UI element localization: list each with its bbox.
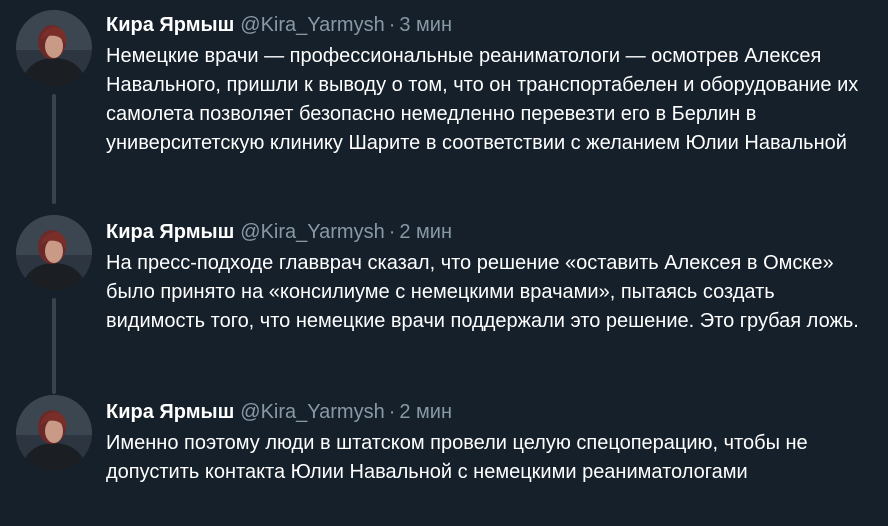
tweet-thread: Кира Ярмыш @Kira_Yarmysh · 3 мин Немецкие в…: [0, 0, 888, 526]
avatar-image: [16, 395, 92, 471]
tweet-text: На пресс-подходе главврач сказал, что ре…: [106, 252, 859, 332]
author-handle[interactable]: @Kira_Yarmysh: [240, 401, 384, 423]
avatar-image: [16, 215, 92, 291]
avatar[interactable]: [16, 10, 92, 86]
tweet-content: Кира Ярмыш @Kira_Yarmysh · 2 мин Именно поэ…: [106, 397, 872, 487]
author-handle[interactable]: @Kira_Yarmysh: [240, 14, 384, 36]
tweet-header: Кира Ярмыш @Kira_Yarmysh · 2 мин: [106, 397, 872, 427]
avatar[interactable]: [16, 395, 92, 471]
avatar[interactable]: [16, 215, 92, 291]
author-name[interactable]: Кира Ярмыш: [106, 14, 234, 36]
avatar-image: [16, 10, 92, 86]
separator-dot: ·: [388, 401, 396, 423]
tweet-timestamp[interactable]: 3 мин: [399, 14, 452, 36]
tweet-content: Кира Ярмыш @Kira_Yarmysh · 3 мин Немецкие в…: [106, 10, 872, 158]
author-handle[interactable]: @Kira_Yarmysh: [240, 221, 384, 243]
author-name[interactable]: Кира Ярмыш: [106, 221, 234, 243]
tweet-header: Кира Ярмыш @Kira_Yarmysh · 3 мин: [106, 10, 872, 40]
tweet-text: Немецкие врачи — профессиональные реаним…: [106, 45, 859, 154]
tweet-timestamp[interactable]: 2 мин: [399, 221, 452, 243]
separator-dot: ·: [388, 221, 396, 243]
author-name[interactable]: Кира Ярмыш: [106, 401, 234, 423]
tweet-text: Именно поэтому люди в штатском провели ц…: [106, 432, 808, 483]
thread-line: [52, 94, 56, 204]
tweet-timestamp[interactable]: 2 мин: [399, 401, 452, 423]
tweet-header: Кира Ярмыш @Kira_Yarmysh · 2 мин: [106, 217, 872, 247]
thread-line: [52, 298, 56, 394]
separator-dot: ·: [388, 14, 396, 36]
tweet-content: Кира Ярмыш @Kira_Yarmysh · 2 мин На пресс-п…: [106, 217, 872, 336]
